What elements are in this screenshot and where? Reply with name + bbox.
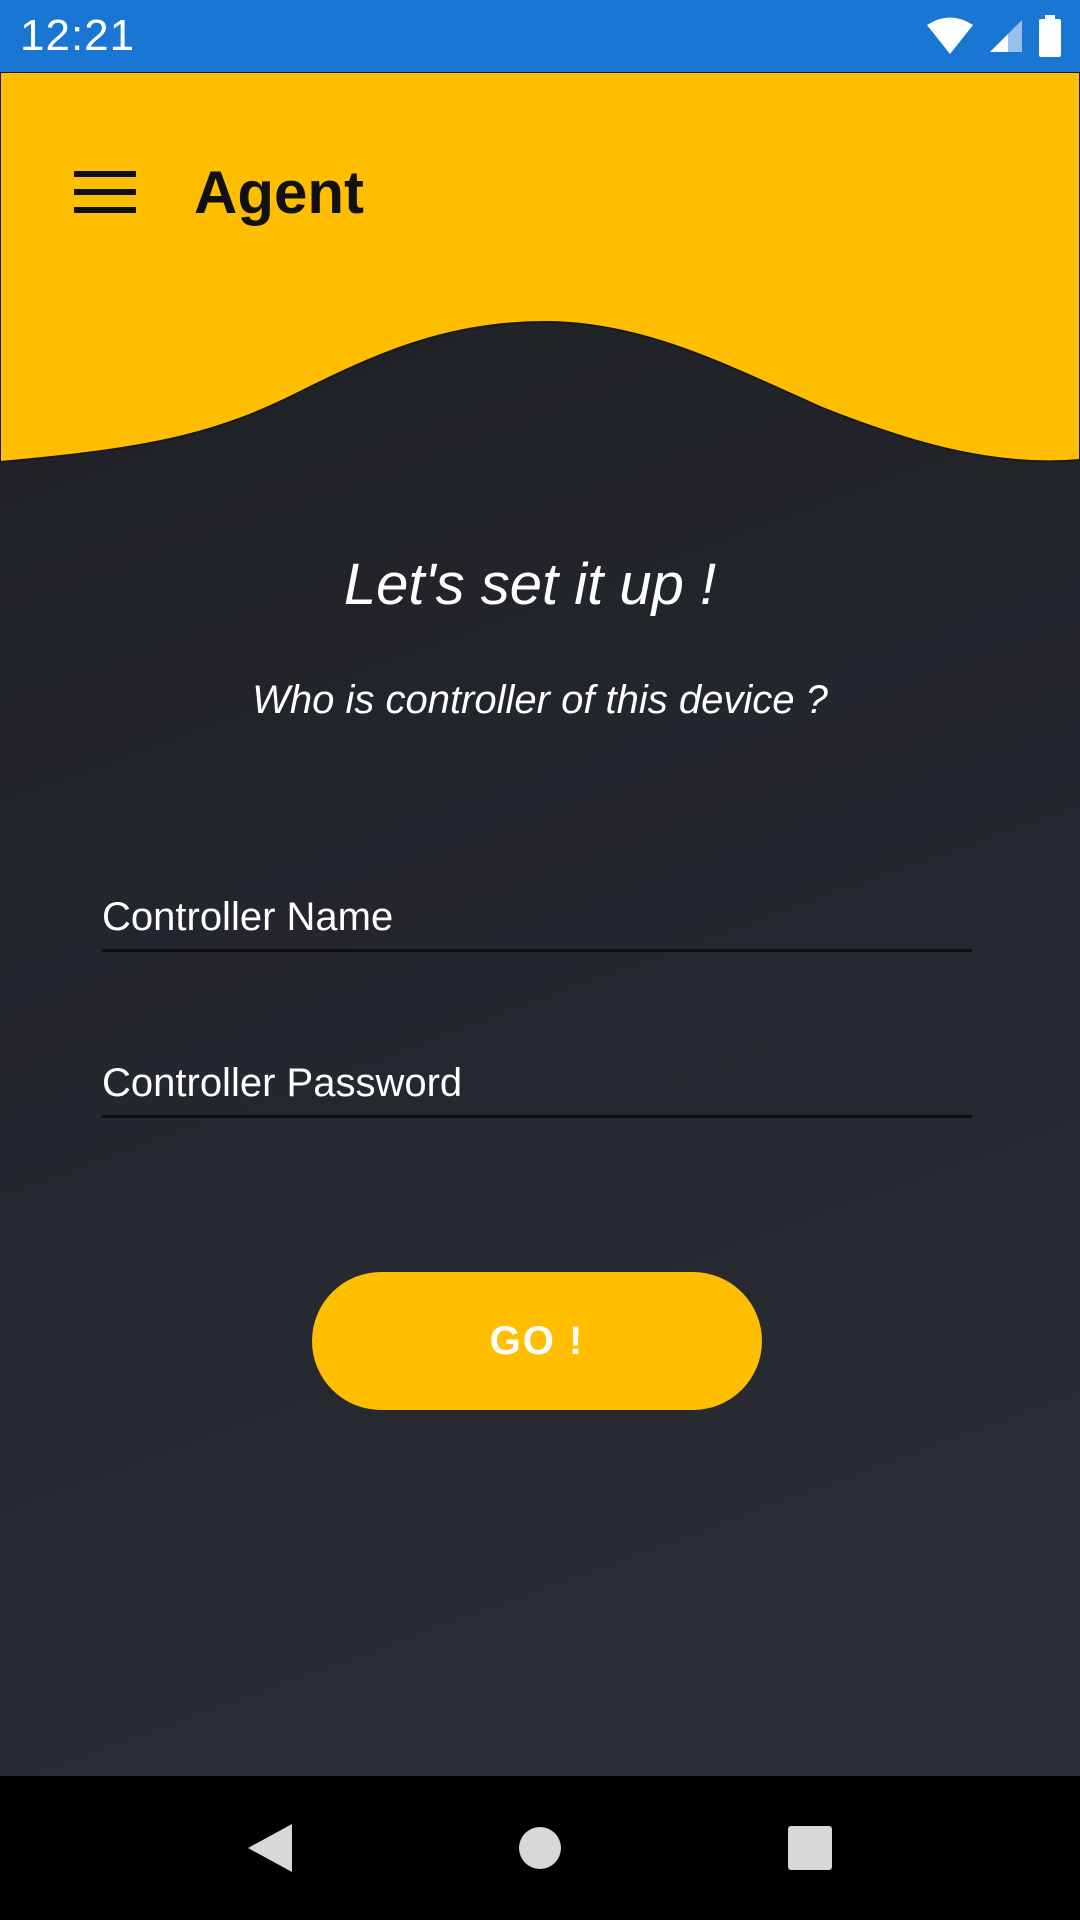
hamburger-menu-icon [74, 171, 136, 213]
recents-button[interactable] [730, 1776, 890, 1920]
controller-password-field [102, 1038, 972, 1118]
status-bar: 12:21 [0, 0, 1080, 72]
setup-title: Let's set it up ! [343, 552, 717, 617]
go-button[interactable]: GO ! [312, 1272, 762, 1410]
battery-icon [1039, 15, 1061, 57]
header-wave [0, 72, 1080, 464]
setup-subtitle: Who is controller of this device ? [252, 678, 828, 722]
wifi-icon [927, 17, 973, 54]
signal-icon [990, 20, 1022, 52]
back-icon [248, 1824, 292, 1872]
home-icon [519, 1827, 561, 1869]
app-screen: 12:21 Agent Let's set it up ! Who is con… [0, 0, 1080, 1920]
status-icons [926, 14, 1062, 58]
navigation-bar [0, 1776, 1080, 1920]
recents-icon [788, 1826, 832, 1870]
menu-button[interactable] [70, 162, 140, 222]
controller-password-input[interactable] [102, 1038, 972, 1115]
controller-name-input[interactable] [102, 872, 972, 949]
back-button[interactable] [190, 1776, 350, 1920]
controller-name-field [102, 872, 972, 952]
home-button[interactable] [460, 1776, 620, 1920]
app-header: Agent [0, 72, 1080, 472]
status-time: 12:21 [20, 11, 136, 60]
app-title: Agent [194, 159, 364, 226]
